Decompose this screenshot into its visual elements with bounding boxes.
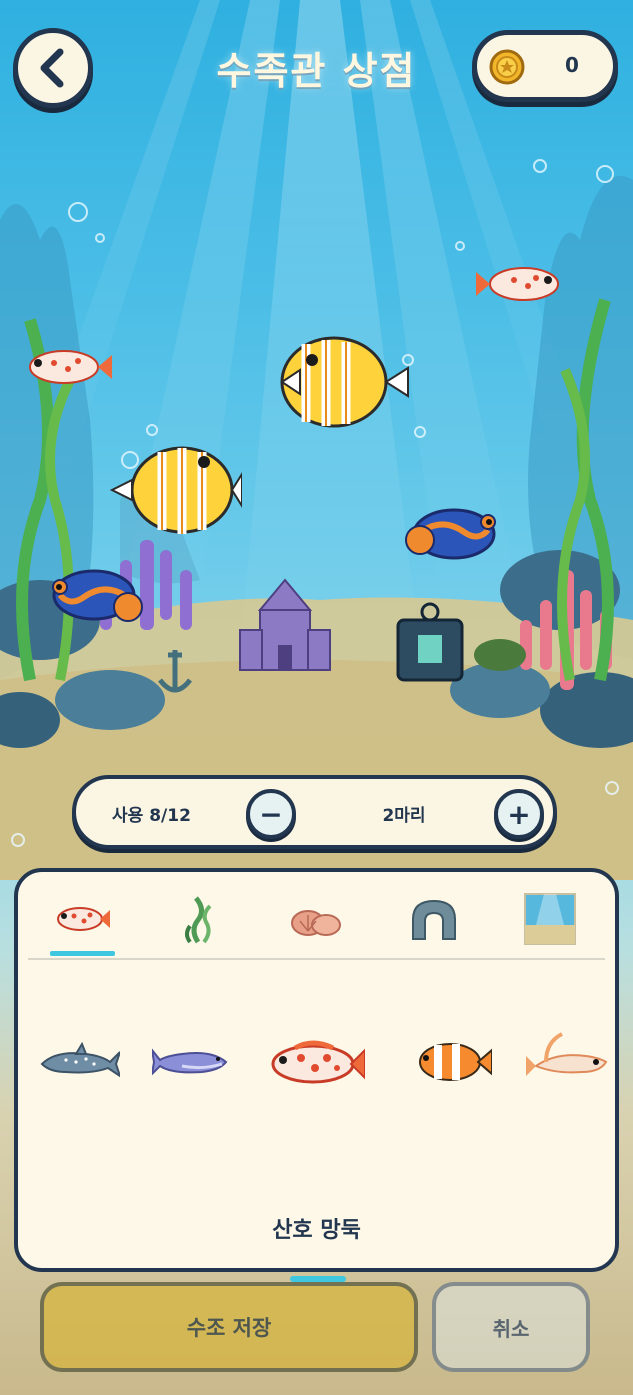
- category-tabs: [18, 872, 615, 962]
- shell-icon: [291, 910, 341, 936]
- coin-balance: 0: [472, 30, 618, 102]
- seaweed-icon: [185, 896, 212, 944]
- butterflyfish-small: [109, 446, 242, 534]
- whale-shark-icon: [40, 1042, 120, 1078]
- item-blue-whale[interactable]: [144, 1012, 244, 1112]
- tab-fish[interactable]: [42, 884, 122, 954]
- item-goby[interactable]: [518, 1012, 618, 1112]
- selected-item-name: 산호 망둑: [272, 1218, 361, 1243]
- tab-plants[interactable]: [158, 884, 238, 954]
- header: 수족관 상점 0: [0, 0, 633, 130]
- coral-goby-fish-right: [476, 267, 559, 301]
- increase-button[interactable]: +: [494, 789, 544, 839]
- save-tank-label: 수조 저장: [186, 1316, 272, 1340]
- tab-shells[interactable]: [276, 884, 356, 954]
- quantity-value: 2마리: [382, 806, 426, 826]
- cancel-label: 취소: [492, 1316, 530, 1341]
- cancel-button[interactable]: 취소: [432, 1282, 590, 1372]
- mandarinfish-right: [405, 508, 496, 560]
- mandarinfish-left: [52, 569, 143, 622]
- tab-backgrounds[interactable]: [510, 884, 590, 954]
- rock-arch-icon: [412, 899, 456, 940]
- tab-selected-indicator: [50, 951, 115, 956]
- coral-goby-fish-left: [29, 350, 112, 384]
- save-tank-button[interactable]: 수조 저장: [40, 1282, 418, 1372]
- item-clownfish[interactable]: [402, 1012, 502, 1112]
- blue-whale-icon: [152, 1048, 228, 1076]
- shop-panel: 산호 망둑: [14, 868, 619, 1282]
- item-carousel: [18, 1012, 618, 1282]
- goby-icon: [526, 1032, 608, 1076]
- tab-decor[interactable]: [394, 884, 474, 954]
- fish-icon: [57, 907, 110, 931]
- background-icon: [524, 893, 576, 945]
- decrease-button[interactable]: −: [246, 789, 296, 839]
- quantity-bar: 사용 8/12 − 2마리 +: [72, 775, 557, 849]
- coral-goby-icon: [271, 1040, 365, 1084]
- coin-icon: [489, 49, 525, 85]
- butterflyfish-large: [280, 336, 409, 428]
- back-button[interactable]: [13, 28, 93, 108]
- minus-icon: −: [259, 797, 283, 831]
- plus-icon: +: [507, 797, 531, 831]
- chevron-left-icon: [40, 48, 64, 88]
- usage-text: 사용 8/12: [112, 806, 191, 826]
- reef-background: [0, 159, 633, 880]
- item-whale-shark[interactable]: [28, 1012, 128, 1112]
- page-title: 수족관 상점: [216, 49, 417, 93]
- clownfish-icon: [419, 1043, 492, 1081]
- tabs-divider: [28, 958, 605, 960]
- item-coral-goby[interactable]: [266, 1012, 366, 1112]
- coin-count: 0: [565, 53, 579, 77]
